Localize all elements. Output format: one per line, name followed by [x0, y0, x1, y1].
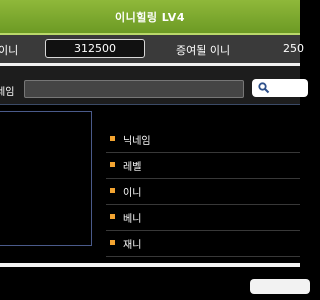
info-label: 재니	[123, 240, 142, 251]
info-label: 닉네임	[123, 136, 151, 147]
nickname-search-input[interactable]	[24, 80, 244, 98]
bullet-icon	[110, 240, 115, 245]
gift-ini-label: 증여될 이니	[176, 44, 231, 57]
info-label: 베니	[123, 214, 142, 225]
info-row-level: 레벨	[106, 153, 300, 179]
ini-label: 이니	[0, 44, 19, 57]
title-bar: 이니힐링 LV4	[0, 0, 300, 35]
bullet-icon	[110, 136, 115, 141]
ini-amount-field[interactable]: 312500	[45, 39, 145, 58]
page-title: 이니힐링 LV4	[115, 10, 185, 24]
bullet-icon	[110, 214, 115, 219]
search-icon	[258, 82, 270, 94]
info-row-nickname: 닉네임	[106, 127, 300, 153]
bottom-divider	[0, 263, 300, 267]
confirm-button[interactable]	[250, 279, 310, 294]
info-row-jaeni: 재니	[106, 231, 300, 257]
info-row-ini: 이니	[106, 179, 300, 205]
nickname-search-label: 네임	[0, 87, 15, 98]
stats-bar: 이니 312500 증여될 이니 250	[0, 35, 304, 64]
info-label: 레벨	[123, 162, 142, 173]
info-row-beni: 베니	[106, 205, 300, 231]
character-info-list: 닉네임 레벨 이니 베니 재니	[106, 127, 300, 257]
search-section: 네임	[0, 66, 308, 105]
gift-ini-value: 250	[283, 42, 304, 55]
info-label: 이니	[123, 188, 142, 199]
bullet-icon	[110, 162, 115, 167]
search-button[interactable]	[252, 79, 308, 97]
character-portrait	[0, 111, 92, 246]
bullet-icon	[110, 188, 115, 193]
